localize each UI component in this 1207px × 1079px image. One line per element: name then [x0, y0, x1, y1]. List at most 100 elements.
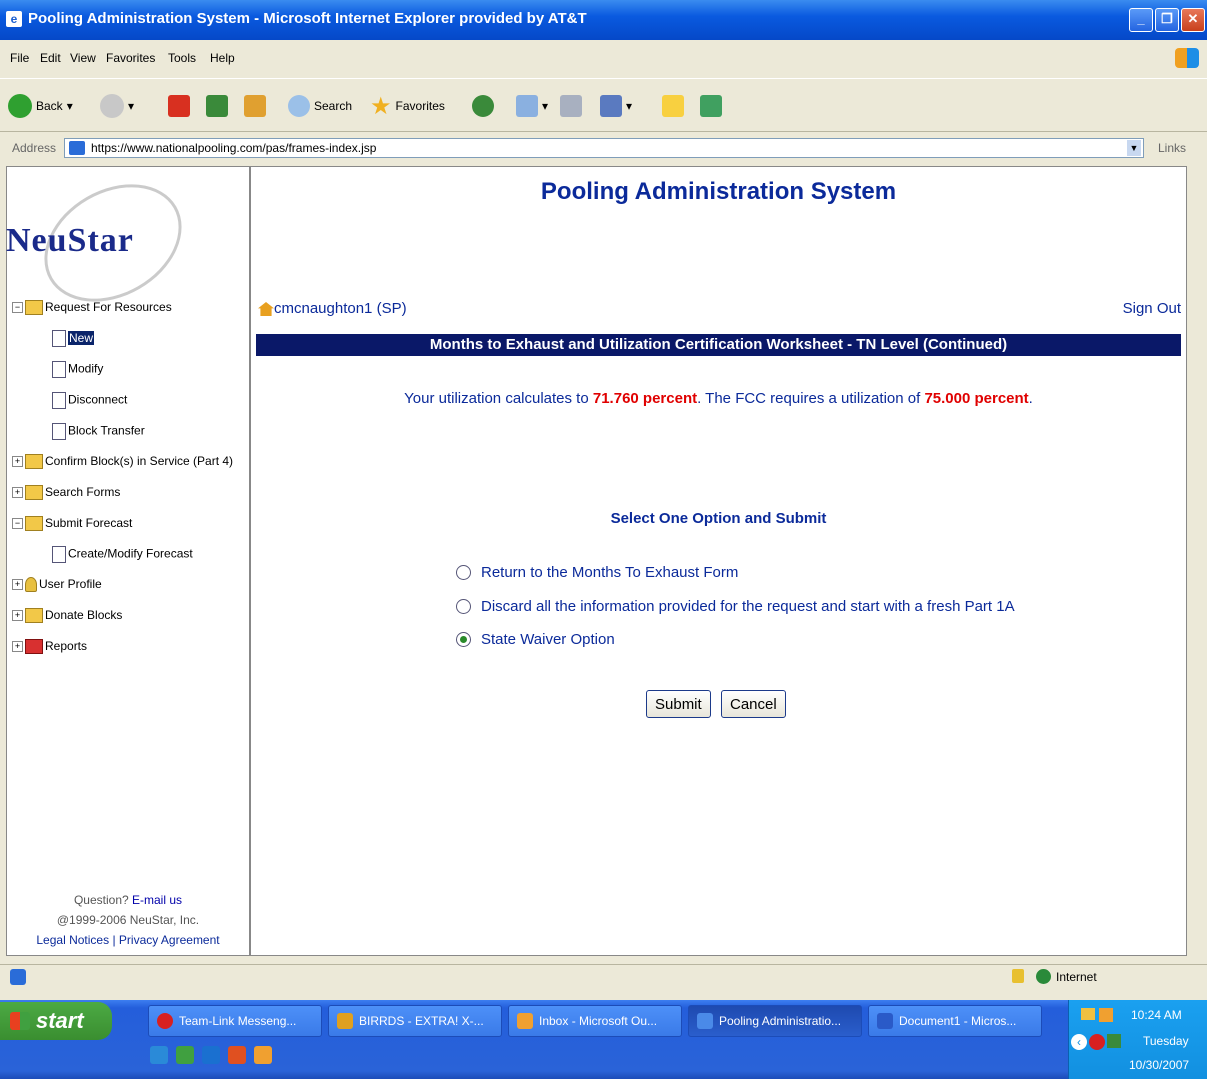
document-icon: [52, 546, 66, 563]
task-document1[interactable]: Document1 - Micros...: [868, 1005, 1042, 1037]
radio-state-waiver[interactable]: [456, 632, 471, 647]
messenger-button[interactable]: [700, 93, 722, 119]
outlook-icon: [517, 1013, 533, 1029]
task-inbox[interactable]: Inbox - Microsoft Ou...: [508, 1005, 682, 1037]
task-team-link[interactable]: Team-Link Messeng...: [148, 1005, 322, 1037]
radio-return[interactable]: [456, 565, 471, 580]
menu-tools[interactable]: Tools: [168, 51, 196, 65]
tree-label: Block Transfer: [68, 423, 145, 438]
dropdown-arrow-icon[interactable]: ▼: [1127, 140, 1141, 156]
network-icon[interactable]: [1107, 1034, 1121, 1048]
document-icon: [52, 392, 66, 409]
favorites-button[interactable]: ★ Favorites: [370, 93, 445, 120]
minimize-button[interactable]: _: [1129, 8, 1153, 32]
address-input[interactable]: https://www.nationalpooling.com/pas/fram…: [64, 138, 1144, 158]
privacy-link[interactable]: Privacy Agreement: [119, 933, 220, 947]
option-return[interactable]: Return to the Months To Exhaust Form: [456, 564, 738, 581]
home-icon: [244, 95, 266, 117]
outlook-tray-icon[interactable]: [1099, 1008, 1113, 1022]
util-mid: . The FCC requires a utilization of: [697, 390, 921, 407]
mail-icon: [516, 95, 538, 117]
separator: |: [112, 933, 116, 947]
radio-discard[interactable]: [456, 599, 471, 614]
forward-button[interactable]: ▾: [100, 93, 134, 119]
document-icon: [52, 361, 66, 378]
tray-app-icon[interactable]: [1089, 1034, 1105, 1050]
email-link[interactable]: E-mail us: [132, 893, 182, 907]
print-button[interactable]: [560, 93, 582, 119]
zone-label: Internet: [1056, 970, 1097, 984]
tree-label: Create/Modify Forecast: [68, 546, 193, 561]
ql-browser-icon[interactable]: [202, 1046, 220, 1064]
tree-submit-forecast[interactable]: − Submit Forecast: [12, 516, 132, 532]
menu-help[interactable]: Help: [210, 51, 235, 65]
util-required: 75.000 percent: [924, 390, 1029, 407]
tree-donate-blocks[interactable]: + Donate Blocks: [12, 608, 122, 624]
submit-button[interactable]: Submit: [646, 690, 711, 718]
tree-user-profile[interactable]: + User Profile: [12, 577, 102, 593]
tree-search-forms[interactable]: + Search Forms: [12, 485, 121, 501]
utilization-message: Your utilization calculates to 71.760 pe…: [250, 390, 1187, 407]
mail-button[interactable]: ▾: [516, 93, 548, 119]
tree-label: User Profile: [39, 577, 102, 591]
home-icon[interactable]: [258, 302, 274, 317]
refresh-button[interactable]: [206, 93, 228, 119]
history-icon: [472, 95, 494, 117]
notes-button[interactable]: [662, 93, 684, 119]
tree-modify[interactable]: Modify: [52, 361, 103, 378]
ql-app-icon[interactable]: [228, 1046, 246, 1064]
ql-outlook-icon[interactable]: [254, 1046, 272, 1064]
clock-time: 10:24 AM: [1131, 1008, 1182, 1022]
sign-out-link[interactable]: Sign Out: [1123, 300, 1181, 317]
page-status-icon: [10, 969, 26, 985]
legal-notices-link[interactable]: Legal Notices: [36, 933, 109, 947]
tree-label: Reports: [45, 639, 88, 653]
tree-confirm-blocks[interactable]: + Confirm Block(s) in Service (Part 4): [12, 454, 233, 470]
ql-media-icon[interactable]: [176, 1046, 194, 1064]
tree-create-modify-forecast[interactable]: Create/Modify Forecast: [52, 546, 193, 563]
history-button[interactable]: [472, 93, 494, 119]
folder-icon: [25, 516, 43, 532]
tree-disconnect[interactable]: Disconnect: [52, 392, 127, 409]
home-button[interactable]: [244, 93, 266, 119]
task-label: BIRRDS - EXTRA! X-...: [359, 1014, 484, 1028]
user-icon: [25, 577, 37, 593]
restore-button[interactable]: ❐: [1155, 8, 1179, 32]
start-button[interactable]: start: [0, 1002, 112, 1040]
task-pooling[interactable]: Pooling Administratio...: [688, 1005, 862, 1037]
taskbar: start Team-Link Messeng... BIRRDS - EXTR…: [0, 1000, 1207, 1079]
cancel-button[interactable]: Cancel: [721, 690, 786, 718]
tree-reports[interactable]: + Reports: [12, 639, 88, 655]
option-state-waiver[interactable]: State Waiver Option: [456, 631, 615, 648]
search-label: Search: [314, 99, 353, 113]
tree-request-for-resources[interactable]: − Request For Resources: [12, 300, 172, 316]
back-button[interactable]: Back ▾: [8, 93, 73, 119]
option-label: Discard all the information provided for…: [481, 598, 1015, 615]
tree-label: Disconnect: [68, 392, 128, 407]
chevron-left-icon[interactable]: ‹: [1071, 1034, 1087, 1050]
question-text: Question?: [73, 893, 129, 907]
folder-icon: [25, 454, 43, 470]
task-birrds[interactable]: BIRRDS - EXTRA! X-...: [328, 1005, 502, 1037]
menu-favorites[interactable]: Favorites: [106, 51, 155, 65]
option-discard[interactable]: Discard all the information provided for…: [456, 598, 1015, 615]
menu-view[interactable]: View: [70, 51, 96, 65]
stop-button[interactable]: [168, 93, 190, 119]
option-label: State Waiver Option: [481, 631, 615, 648]
scrollbar[interactable]: [1187, 166, 1207, 956]
close-button[interactable]: ✕: [1181, 8, 1205, 32]
links-label[interactable]: Links: [1158, 141, 1186, 155]
tree-label: Modify: [68, 361, 104, 376]
menu-edit[interactable]: Edit: [40, 51, 61, 65]
tree-block-transfer[interactable]: Block Transfer: [52, 423, 145, 440]
mail-tray-icon[interactable]: [1081, 1008, 1095, 1020]
window-title: Pooling Administration System - Microsof…: [28, 10, 587, 27]
tree-label: Search Forms: [45, 485, 121, 499]
tree-new[interactable]: New: [52, 330, 95, 347]
search-button[interactable]: Search: [288, 93, 352, 119]
folder-icon: [25, 485, 43, 501]
menu-file[interactable]: File: [10, 51, 29, 65]
edit-button[interactable]: ▾: [600, 93, 632, 119]
ql-ie-icon[interactable]: [150, 1046, 168, 1064]
tree-label: Request For Resources: [45, 300, 172, 314]
